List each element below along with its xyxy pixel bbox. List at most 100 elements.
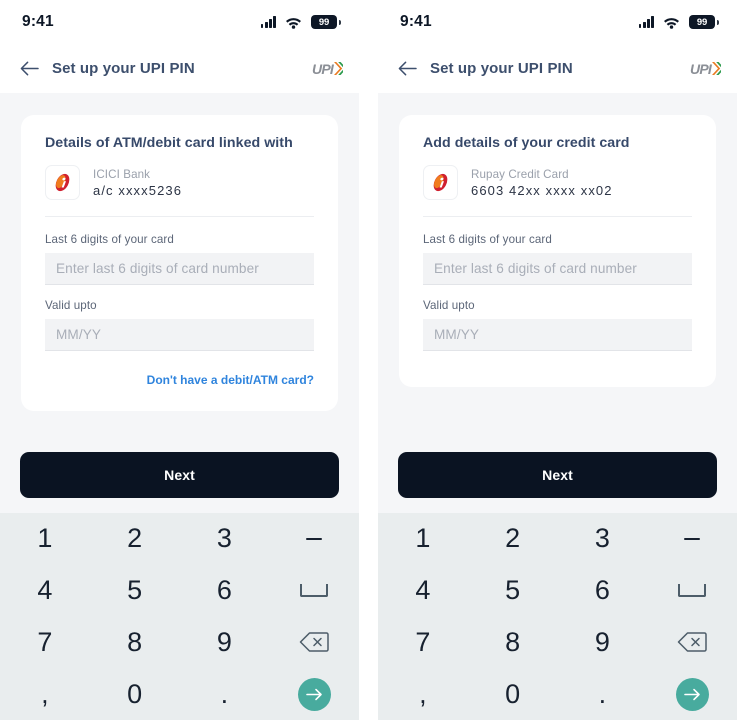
- numeric-keypad: 1 2 3 4 5 6 7 8 9 , 0 .: [378, 513, 737, 720]
- dash-icon: [684, 537, 701, 541]
- phone-screen-credit-card: 9:41 99 Set up your UPI PIN UPI Add deta…: [378, 0, 737, 720]
- next-button[interactable]: Next: [20, 452, 339, 498]
- key-4[interactable]: 4: [0, 565, 90, 617]
- icici-bank-logo-icon: [423, 165, 458, 200]
- account-number-label: a/c xxxx5236: [93, 182, 183, 198]
- key-9-label: 9: [594, 626, 610, 657]
- key-6-label: 6: [216, 575, 232, 606]
- key-5-label: 5: [505, 575, 521, 606]
- key-submit[interactable]: [647, 668, 737, 720]
- page-title: Set up your UPI PIN: [52, 60, 195, 77]
- upi-logo-label: UPI: [690, 60, 712, 77]
- phone-screen-debit-card: 9:41 99 Set up your UPI PIN UPI Details …: [0, 0, 359, 720]
- status-bar: 9:41 99: [378, 0, 737, 44]
- key-period[interactable]: .: [180, 668, 270, 720]
- key-2[interactable]: 2: [90, 513, 180, 565]
- key-3[interactable]: 3: [558, 513, 648, 565]
- key-0-label: 0: [505, 678, 521, 709]
- submit-arrow-icon: [675, 677, 709, 711]
- key-0-label: 0: [127, 678, 143, 709]
- key-8-label: 8: [505, 626, 521, 657]
- key-4-label: 4: [415, 575, 431, 606]
- key-1[interactable]: 1: [0, 513, 90, 565]
- key-8[interactable]: 8: [90, 617, 180, 669]
- valid-upto-label: Valid upto: [423, 299, 475, 312]
- back-arrow-icon[interactable]: [398, 61, 417, 76]
- back-arrow-icon[interactable]: [20, 61, 39, 76]
- valid-upto-input[interactable]: MM/YY: [423, 319, 692, 351]
- key-2-label: 2: [505, 523, 521, 554]
- battery-icon: 99: [311, 15, 341, 29]
- key-9[interactable]: 9: [180, 617, 270, 669]
- status-bar-icons: 99: [260, 15, 341, 29]
- key-6[interactable]: 6: [180, 565, 270, 617]
- page-body: Add details of your credit card Rupay Cr…: [378, 93, 737, 513]
- page-body: Details of ATM/debit card linked with IC…: [0, 93, 359, 513]
- key-4[interactable]: 4: [378, 565, 468, 617]
- key-8[interactable]: 8: [468, 617, 558, 669]
- valid-upto-input[interactable]: MM/YY: [45, 319, 314, 351]
- key-9[interactable]: 9: [558, 617, 648, 669]
- key-5[interactable]: 5: [90, 565, 180, 617]
- card-digits-label: Last 6 digits of your card: [45, 233, 174, 246]
- key-0[interactable]: 0: [468, 668, 558, 720]
- card-panel-title: Details of ATM/debit card linked with: [45, 135, 293, 151]
- linked-account-row: Rupay Credit Card 6603 42xx xxxx xx02: [423, 165, 692, 217]
- card-digits-input[interactable]: Enter last 6 digits of card number: [45, 253, 314, 285]
- submit-arrow-icon: [297, 677, 331, 711]
- key-1[interactable]: 1: [378, 513, 468, 565]
- app-header: Set up your UPI PIN UPI: [0, 44, 359, 93]
- card-digits-input[interactable]: Enter last 6 digits of card number: [423, 253, 692, 285]
- key-3[interactable]: 3: [180, 513, 270, 565]
- no-debit-card-link[interactable]: Don't have a debit/ATM card?: [147, 373, 314, 387]
- key-5[interactable]: 5: [468, 565, 558, 617]
- key-space[interactable]: [269, 565, 359, 617]
- key-7[interactable]: 7: [378, 617, 468, 669]
- cellular-signal-icon: [638, 16, 654, 28]
- key-2-label: 2: [127, 523, 143, 554]
- account-number-label: 6603 42xx xxxx xx02: [471, 182, 613, 198]
- key-comma[interactable]: ,: [0, 668, 90, 720]
- cellular-signal-icon: [260, 16, 276, 28]
- key-4-label: 4: [37, 575, 53, 606]
- valid-upto-placeholder: MM/YY: [434, 327, 480, 342]
- key-comma-label: ,: [419, 678, 427, 709]
- key-backspace[interactable]: [269, 617, 359, 669]
- status-bar-clock: 9:41: [22, 13, 54, 30]
- key-6[interactable]: 6: [558, 565, 648, 617]
- key-submit[interactable]: [269, 668, 359, 720]
- key-backspace[interactable]: [647, 617, 737, 669]
- key-dash[interactable]: [269, 513, 359, 565]
- status-bar-icons: 99: [638, 15, 719, 29]
- linked-account-row: ICICI Bank a/c xxxx5236: [45, 165, 314, 217]
- key-2[interactable]: 2: [468, 513, 558, 565]
- key-0[interactable]: 0: [90, 668, 180, 720]
- key-comma-label: ,: [41, 678, 49, 709]
- card-panel-title: Add details of your credit card: [423, 135, 630, 151]
- key-3-label: 3: [216, 523, 232, 554]
- card-details-panel: Add details of your credit card Rupay Cr…: [399, 115, 716, 387]
- key-comma[interactable]: ,: [378, 668, 468, 720]
- page-title: Set up your UPI PIN: [430, 60, 573, 77]
- battery-level-label: 99: [696, 16, 708, 28]
- app-header: Set up your UPI PIN UPI: [378, 44, 737, 93]
- key-3-label: 3: [594, 523, 610, 554]
- key-1-label: 1: [37, 523, 53, 554]
- next-button-wrap: Next: [0, 452, 359, 498]
- key-period[interactable]: .: [558, 668, 648, 720]
- card-digits-placeholder: Enter last 6 digits of card number: [434, 261, 637, 276]
- card-digits-field: Last 6 digits of your card Enter last 6 …: [45, 233, 314, 285]
- key-7-label: 7: [37, 626, 53, 657]
- next-button[interactable]: Next: [398, 452, 717, 498]
- key-dash[interactable]: [647, 513, 737, 565]
- key-7-label: 7: [415, 626, 431, 657]
- no-card-link-row: Don't have a debit/ATM card?: [45, 365, 314, 401]
- key-7[interactable]: 7: [0, 617, 90, 669]
- key-space[interactable]: [647, 565, 737, 617]
- key-period-label: .: [220, 678, 229, 709]
- status-bar-clock: 9:41: [400, 13, 432, 30]
- upi-logo-icon: UPI: [690, 61, 721, 77]
- status-bar: 9:41 99: [0, 0, 359, 44]
- wifi-icon: [663, 16, 680, 29]
- dual-screen-stage: 9:41 99 Set up your UPI PIN UPI Details …: [0, 0, 737, 720]
